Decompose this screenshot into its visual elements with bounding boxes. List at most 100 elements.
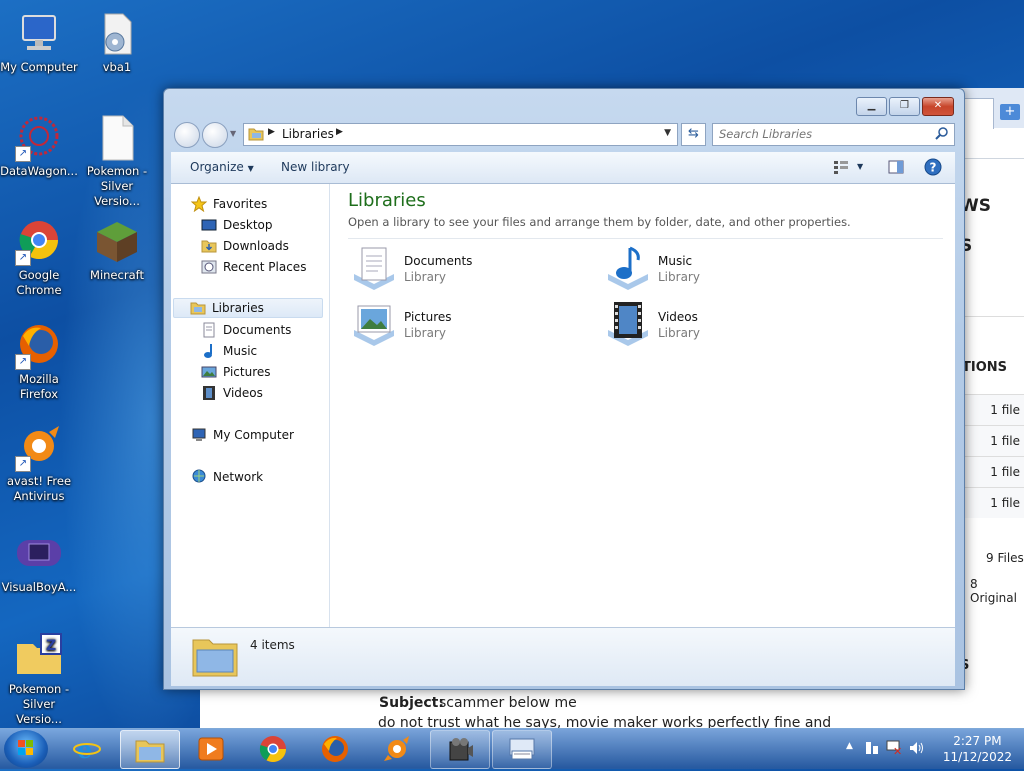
volume-icon[interactable] <box>908 740 924 759</box>
library-item-documents[interactable]: Documents Library <box>350 244 570 296</box>
organize-label: Organize <box>190 160 244 174</box>
breadcrumb-arrow-icon[interactable]: ▶ <box>336 127 343 137</box>
desktop-icon-minecraft[interactable]: Minecraft <box>78 218 156 283</box>
help-icon[interactable]: ? <box>924 158 942 179</box>
nav-item-recent-places[interactable]: Recent Places <box>201 257 306 277</box>
computer-icon <box>191 427 207 443</box>
library-item-videos[interactable]: Videos Library <box>604 300 824 352</box>
taskbar-firefox[interactable] <box>306 730 364 767</box>
desktop-icon-vba1[interactable]: vba1 <box>78 10 156 75</box>
desktop-icon-visualboyadvance[interactable]: VisualBoyA... <box>0 530 78 595</box>
firefox-icon <box>321 735 349 766</box>
breadcrumb-arrow-icon[interactable]: ▶ <box>268 127 275 137</box>
address-dropdown-icon[interactable]: ▼ <box>664 128 671 138</box>
item-count: 4 items <box>250 638 295 652</box>
navigation-pane: Favorites Desktop Downloads Recent Place… <box>171 184 330 627</box>
desktop-icon-pokemon-silver-1[interactable]: Pokemon - Silver Versio... <box>78 114 156 209</box>
library-item-music[interactable]: Music Library <box>604 244 824 296</box>
taskbar-windows-explorer[interactable] <box>120 730 180 769</box>
taskbar-media-player[interactable] <box>182 730 240 767</box>
blank-file-icon <box>93 114 141 162</box>
action-center-icon[interactable] <box>864 740 880 759</box>
close-button[interactable]: ✕ <box>922 97 954 116</box>
recent-places-icon <box>201 259 217 275</box>
nav-item-my-computer[interactable]: My Computer <box>191 425 294 445</box>
library-item-pictures[interactable]: Pictures Library <box>350 300 570 352</box>
documents-icon <box>201 322 217 338</box>
organize-menu[interactable]: Organize ▼ <box>190 160 254 174</box>
recent-pages-dropdown[interactable]: ▼ <box>230 129 236 138</box>
nav-item-libraries[interactable]: Libraries <box>173 298 323 318</box>
taskbar-avast[interactable] <box>368 730 426 767</box>
minecraft-icon <box>93 218 141 266</box>
show-hidden-icons-icon[interactable]: ▲ <box>846 741 853 751</box>
preview-pane-icon[interactable] <box>888 160 904 177</box>
start-button[interactable] <box>4 730 48 768</box>
nav-label: Recent Places <box>223 260 307 274</box>
shortcut-arrow-icon: ↗ <box>15 354 31 370</box>
nav-item-network[interactable]: Network <box>191 467 263 487</box>
desktop-icon-my-computer[interactable]: My Computer <box>0 10 78 75</box>
post-subject: scammer below me <box>439 695 577 711</box>
keyboard-icon <box>508 737 536 766</box>
file-count-row: 1 file <box>960 456 1024 487</box>
taskbar-internet-explorer[interactable]: e <box>58 730 116 767</box>
nav-label: Music <box>223 344 258 358</box>
desktop-icon-label: Google Chrome <box>16 268 62 297</box>
chrome-icon: ↗ <box>15 218 63 266</box>
taskbar-chrome[interactable] <box>244 730 302 767</box>
nav-label: Pictures <box>223 365 271 379</box>
nav-item-music[interactable]: Music <box>201 341 257 361</box>
clock-time: 2:27 PM <box>953 734 1002 748</box>
desktop-icon-avast[interactable]: ↗ avast! Free Antivirus <box>0 424 78 504</box>
back-button[interactable] <box>174 122 200 148</box>
desktop-icon-google-chrome[interactable]: ↗ Google Chrome <box>0 218 78 298</box>
change-view-icon[interactable] <box>833 160 849 177</box>
new-tab-icon[interactable]: + <box>1000 104 1020 120</box>
view-options-dropdown-icon[interactable]: ▼ <box>857 162 863 171</box>
shortcut-arrow-icon: ↗ <box>15 456 31 472</box>
nav-label: Documents <box>223 323 292 337</box>
music-library-icon <box>604 244 652 292</box>
svg-text:Z: Z <box>46 638 56 654</box>
minimize-button[interactable]: ▁ <box>856 97 887 116</box>
library-kind: Library <box>658 270 700 284</box>
nav-item-documents[interactable]: Documents <box>201 320 291 340</box>
music-note-icon <box>201 343 217 359</box>
refresh-button[interactable]: ⇆ <box>681 123 706 146</box>
explorer-content: Favorites Desktop Downloads Recent Place… <box>171 184 955 627</box>
nav-item-videos[interactable]: Videos <box>201 383 263 403</box>
taskbar-on-screen-keyboard[interactable] <box>492 730 552 769</box>
desktop-icon-label: Pokemon - Silver Versio... <box>86 164 148 208</box>
search-box[interactable] <box>712 123 955 146</box>
search-input[interactable] <box>713 124 929 143</box>
details-pane: 4 items <box>171 627 955 686</box>
desktop-icon-datawagon[interactable]: ↗ DataWagon... <box>0 114 78 179</box>
nav-item-desktop[interactable]: Desktop <box>201 215 273 235</box>
system-tray: ▲ ✕ 2:27 PM 11/12/2022 <box>834 729 1024 769</box>
desktop-icon-label: Minecraft <box>90 268 144 282</box>
explorer-window[interactable]: ▁ ❐ ✕ ▼ ▶ Libraries ▶ ▼ ⇆ Organize ▼ New… <box>163 88 965 690</box>
desktop-icon-mozilla-firefox[interactable]: ↗ Mozilla Firefox <box>0 322 78 402</box>
star-icon <box>190 195 208 213</box>
search-icon[interactable] <box>935 127 948 143</box>
nav-item-favorites[interactable]: Favorites <box>190 194 267 214</box>
network-disconnected-icon[interactable]: ✕ <box>886 740 902 759</box>
network-icon <box>191 469 207 485</box>
forum-post: Subject: scammer below me do not trust w… <box>200 688 1024 731</box>
maximize-button[interactable]: ❐ <box>889 97 920 116</box>
settings-file-icon <box>93 10 141 58</box>
nav-label: Downloads <box>223 239 289 253</box>
address-bar[interactable]: ▶ Libraries ▶ ▼ <box>243 123 678 146</box>
desktop-icon-pokemon-silver-2[interactable]: Z Pokemon - Silver Versio... <box>0 632 78 727</box>
nav-item-pictures[interactable]: Pictures <box>201 362 271 382</box>
nav-item-downloads[interactable]: Downloads <box>201 236 289 256</box>
taskbar: e ▲ ✕ 2:27 PM 11/12/2022 <box>0 728 1024 769</box>
divider <box>962 316 1024 317</box>
address-location[interactable]: Libraries <box>282 127 334 141</box>
clock[interactable]: 2:27 PM 11/12/2022 <box>943 733 1012 765</box>
taskbar-movie-app[interactable] <box>430 730 490 769</box>
file-count-row: 1 file <box>960 425 1024 456</box>
forward-button[interactable] <box>202 122 228 148</box>
new-library-button[interactable]: New library <box>281 160 350 174</box>
